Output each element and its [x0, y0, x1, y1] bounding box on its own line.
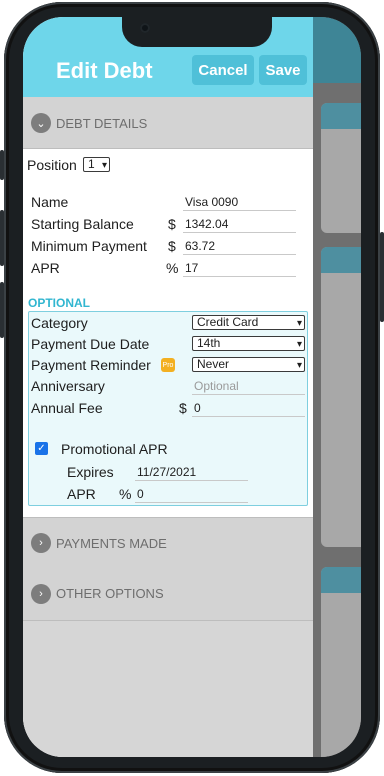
category-value: Credit Card	[197, 315, 259, 329]
chevron-down-icon: ⌄	[31, 113, 51, 133]
notch	[122, 17, 272, 47]
apr-input[interactable]: 17	[185, 261, 198, 275]
chevron-down-icon: ▾	[296, 339, 302, 350]
expires-input[interactable]: 11/27/2021	[137, 465, 196, 479]
percent-prefix: %	[119, 486, 132, 502]
payment-reminder-select[interactable]: Never ▾	[192, 357, 305, 372]
starting-balance-input[interactable]: 1342.04	[185, 217, 228, 231]
background-card	[321, 103, 361, 233]
position-select[interactable]: 1 ▾	[83, 157, 110, 172]
payment-due-date-select[interactable]: 14th ▾	[192, 336, 305, 351]
promo-apr-underline	[135, 502, 248, 503]
volume-down-button	[0, 282, 4, 338]
background-app	[313, 17, 361, 757]
pro-badge: Pro	[161, 358, 175, 372]
section-other-options[interactable]: › OTHER OPTIONS	[23, 569, 313, 621]
reminder-value: Never	[197, 357, 230, 371]
camera-icon	[140, 23, 150, 33]
background-card	[321, 247, 361, 547]
percent-prefix: %	[166, 260, 179, 276]
name-underline	[183, 210, 296, 211]
chevron-down-icon: ▾	[101, 160, 107, 171]
promo-apr-label: APR	[67, 486, 96, 502]
chevron-down-icon: ▾	[296, 360, 302, 371]
section-label: PAYMENTS MADE	[56, 536, 167, 551]
anniversary-underline	[192, 394, 305, 395]
chevron-right-icon: ›	[31, 584, 51, 604]
promo-apr-input[interactable]: 0	[137, 487, 144, 501]
annual-fee-input[interactable]: 0	[194, 401, 201, 415]
promotional-apr-label: Promotional APR	[61, 441, 168, 457]
minimum-payment-label: Minimum Payment	[31, 238, 147, 254]
apr-underline	[183, 276, 296, 277]
section-payments-made[interactable]: › PAYMENTS MADE	[23, 517, 313, 570]
payment-due-date-label: Payment Due Date	[31, 336, 150, 352]
starting-balance-underline	[183, 232, 296, 233]
position-value: 1	[88, 157, 95, 171]
payment-reminder-label: Payment Reminder	[31, 357, 151, 373]
chevron-down-icon: ▾	[296, 318, 302, 329]
due-date-value: 14th	[197, 336, 221, 350]
promotional-apr-checkbox[interactable]: ✓	[35, 442, 48, 455]
starting-balance-label: Starting Balance	[31, 216, 134, 232]
page-title: Edit Debt	[56, 58, 153, 83]
edit-debt-panel: Edit Debt Cancel Save ⌄ DEBT DETAILS Pos…	[23, 17, 313, 757]
silent-switch	[0, 150, 4, 180]
expires-label: Expires	[67, 464, 114, 480]
panel-bottom	[23, 621, 313, 757]
chevron-right-icon: ›	[31, 533, 51, 553]
position-label: Position	[27, 157, 77, 173]
power-button	[380, 232, 384, 322]
background-app-header	[313, 17, 361, 83]
anniversary-input[interactable]: Optional	[194, 379, 239, 393]
section-label: DEBT DETAILS	[56, 116, 148, 131]
section-debt-details[interactable]: ⌄ DEBT DETAILS	[23, 97, 313, 149]
name-label: Name	[31, 194, 69, 210]
name-input[interactable]: Visa 0090	[185, 195, 238, 209]
section-label: OTHER OPTIONS	[56, 586, 164, 601]
minimum-payment-underline	[183, 254, 296, 255]
annual-fee-label: Annual Fee	[31, 400, 103, 416]
cancel-button[interactable]: Cancel	[192, 55, 254, 85]
anniversary-label: Anniversary	[31, 378, 105, 394]
expires-underline	[135, 480, 248, 481]
optional-heading: OPTIONAL	[28, 296, 90, 310]
save-button[interactable]: Save	[259, 55, 307, 85]
category-select[interactable]: Credit Card ▾	[192, 315, 305, 330]
dollar-prefix: $	[168, 216, 176, 232]
dollar-prefix: $	[168, 238, 176, 254]
category-label: Category	[31, 315, 88, 331]
apr-label: APR	[31, 260, 60, 276]
annual-fee-underline	[192, 416, 305, 417]
screen: Edit Debt Cancel Save ⌄ DEBT DETAILS Pos…	[23, 17, 361, 757]
volume-up-button	[0, 210, 4, 266]
background-card	[321, 567, 361, 757]
minimum-payment-input[interactable]: 63.72	[185, 239, 215, 253]
dollar-prefix: $	[179, 400, 187, 416]
